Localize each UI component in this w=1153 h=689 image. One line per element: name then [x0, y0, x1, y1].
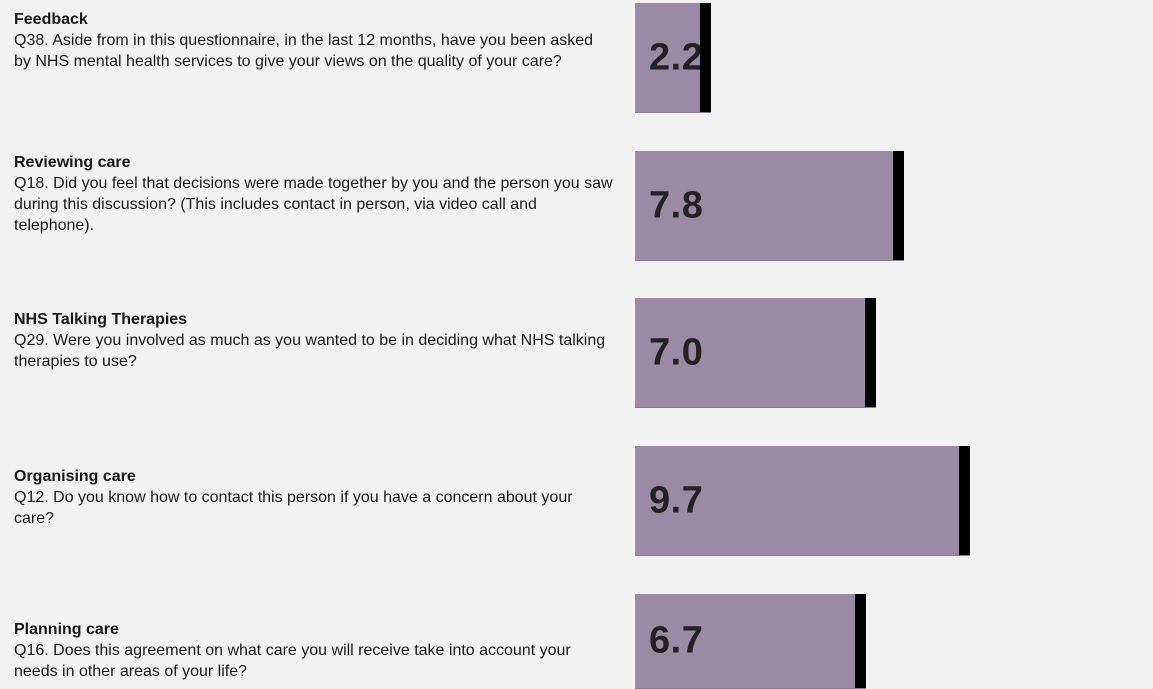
bar-value-label: 6.7	[649, 619, 704, 662]
score-marker	[855, 594, 866, 688]
row-question: Q12. Do you know how to contact this per…	[14, 489, 573, 527]
score-marker	[700, 3, 711, 112]
row-title: Planning care	[14, 621, 119, 638]
bar-value-label: 9.7	[649, 479, 704, 521]
row-label-nhs-talking-therapies: NHS Talking Therapies Q29. Were you invo…	[14, 309, 614, 372]
row-title: NHS Talking Therapies	[14, 311, 188, 328]
row-label-feedback: Feedback Q38. Aside from in this questio…	[14, 9, 614, 72]
score-marker	[865, 298, 876, 407]
row-question: Q16. Does this agreement on what care yo…	[14, 642, 571, 680]
bar-feedback: 2.2	[635, 3, 711, 113]
bar-nhs-talking-therapies: 7.0	[635, 298, 876, 408]
bar-planning-care: 6.7	[635, 594, 866, 689]
row-label-organising-care: Organising care Q12. Do you know how to …	[14, 466, 614, 529]
score-marker	[893, 151, 904, 260]
bar-value-label: 7.0	[649, 331, 704, 373]
score-marker	[959, 446, 970, 555]
row-title: Organising care	[14, 468, 136, 485]
row-title: Feedback	[14, 11, 88, 28]
bar-reviewing-care: 7.8	[635, 151, 904, 261]
row-question: Q38. Aside from in this questionnaire, i…	[14, 32, 594, 70]
row-question: Q29. Were you involved as much as you wa…	[14, 332, 606, 370]
bar-organising-care: 9.7	[635, 446, 970, 556]
row-label-planning-care: Planning care Q16. Does this agreement o…	[14, 619, 614, 682]
row-title: Reviewing care	[14, 154, 131, 171]
row-question: Q18. Did you feel that decisions were ma…	[14, 175, 613, 234]
row-label-reviewing-care: Reviewing care Q18. Did you feel that de…	[14, 152, 614, 236]
survey-score-chart: Feedback Q38. Aside from in this questio…	[0, 0, 1153, 689]
bar-value-label: 2.2	[649, 36, 704, 78]
bar-value-label: 7.8	[649, 184, 704, 226]
